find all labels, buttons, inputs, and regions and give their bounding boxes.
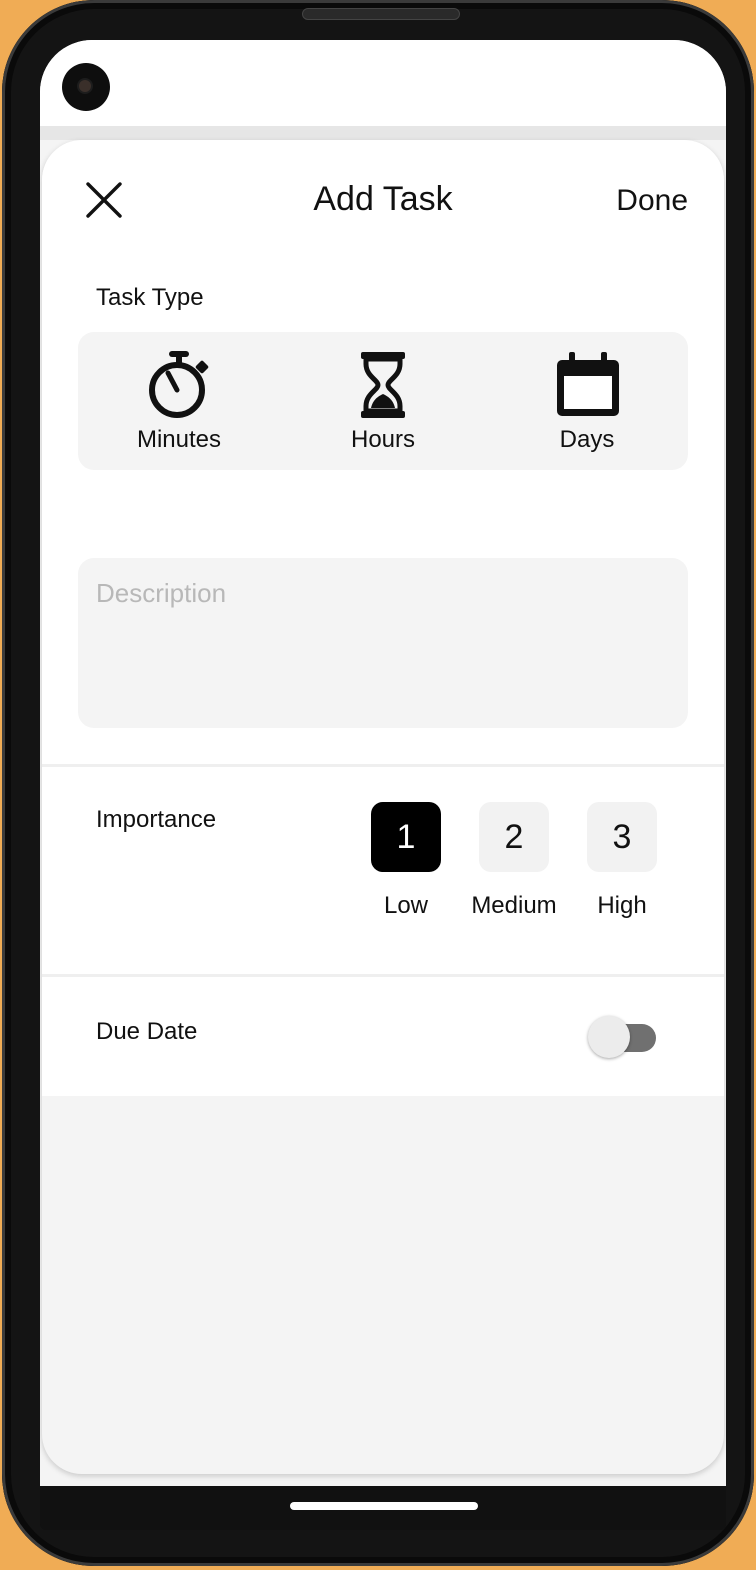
calendar-icon — [557, 352, 619, 416]
task-type-label: Task Type — [96, 284, 204, 311]
status-bar — [40, 40, 726, 128]
description-field-container — [78, 558, 688, 728]
task-type-minutes[interactable]: Minutes — [89, 332, 269, 470]
add-task-sheet: Add Task Done Task Type Minutes Hours Da… — [42, 140, 724, 1474]
front-camera — [62, 63, 110, 111]
importance-label: Importance — [96, 806, 217, 833]
task-type-days-label: Days — [559, 426, 615, 453]
stopwatch-icon — [149, 351, 209, 418]
due-date-toggle[interactable] — [588, 1016, 656, 1060]
speaker-grille — [302, 8, 460, 20]
importance-button-1[interactable]: 1 — [371, 802, 441, 872]
task-type-days[interactable]: Days — [497, 332, 677, 470]
section-divider — [42, 974, 724, 977]
importance-label-high: High — [597, 892, 647, 919]
importance-label-medium: Medium — [471, 892, 557, 919]
home-indicator[interactable] — [290, 1502, 478, 1510]
task-type-selector: Minutes Hours Days — [78, 332, 688, 470]
hourglass-icon — [361, 352, 405, 418]
description-input[interactable] — [78, 558, 688, 728]
sheet-backdrop — [40, 126, 726, 140]
due-date-label: Due Date — [96, 1018, 198, 1045]
task-type-hours[interactable]: Hours — [293, 332, 473, 470]
toggle-thumb — [588, 1016, 630, 1058]
importance-button-2[interactable]: 2 — [479, 802, 549, 872]
screen: Add Task Done Task Type Minutes Hours Da… — [40, 40, 726, 1486]
section-divider — [42, 764, 724, 767]
done-button[interactable]: Done — [616, 184, 688, 218]
importance-label-low: Low — [383, 892, 429, 919]
task-type-minutes-label: Minutes — [136, 426, 222, 453]
task-type-hours-label: Hours — [350, 426, 416, 453]
importance-button-3[interactable]: 3 — [587, 802, 657, 872]
